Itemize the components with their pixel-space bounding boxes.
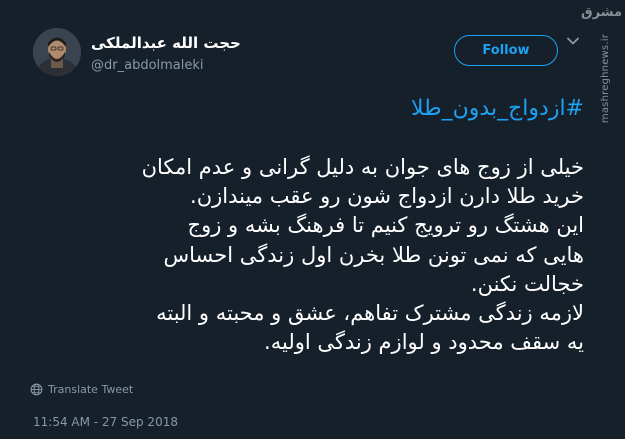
tweet-timestamp[interactable]: 11:54 AM - 27 Sep 2018 [33,415,178,429]
watermark-url: mashreghnews.ir [600,34,611,124]
translate-label: Translate Tweet [48,383,134,396]
tweet-text-line: این هشتگ رو ترویج کنیم تا فرهنگ بشه و زو… [187,213,584,238]
translate-tweet-link[interactable]: Translate Tweet [30,383,133,396]
tweet-text: خیلی از زوج های جوان به دلیل گرانی و عدم… [44,153,584,357]
author-handle[interactable]: @dr_abdolmaleki [91,58,204,73]
globe-icon [30,383,43,396]
avatar-photo [33,28,81,76]
tweet-text-line: خجالت نکنن. [470,271,584,296]
tweet-card: حجت الله عبدالملکی @dr_abdolmaleki Follo… [0,0,625,439]
tweet-text-line: لازمه زندگی مشترک تفاهم، عشق و محبته و ا… [156,301,584,326]
tweet-text-line: یه سقف محدود و لوازم زندگی اولیه. [264,330,584,355]
watermark: مشرق mashreghnews.ir [581,5,622,126]
follow-button[interactable]: Follow [454,35,558,66]
watermark-logo: مشرق [581,5,622,20]
author-name[interactable]: حجت الله عبدالملکی [91,34,241,52]
tweet-text-line: خیلی از زوج های جوان به دلیل گرانی و عدم… [141,155,584,179]
tweet-text-line: خرید طلا دارن ازدواج شون رو عقب میندازن. [190,184,584,209]
hashtag-link[interactable]: #ازدواج_بدون_طلا [411,96,584,121]
chevron-down-icon[interactable] [566,34,580,48]
avatar[interactable] [33,28,81,76]
tweet-text-line: هایی که نمی تونن طلا بخرن اول زندگی احسا… [163,242,584,267]
